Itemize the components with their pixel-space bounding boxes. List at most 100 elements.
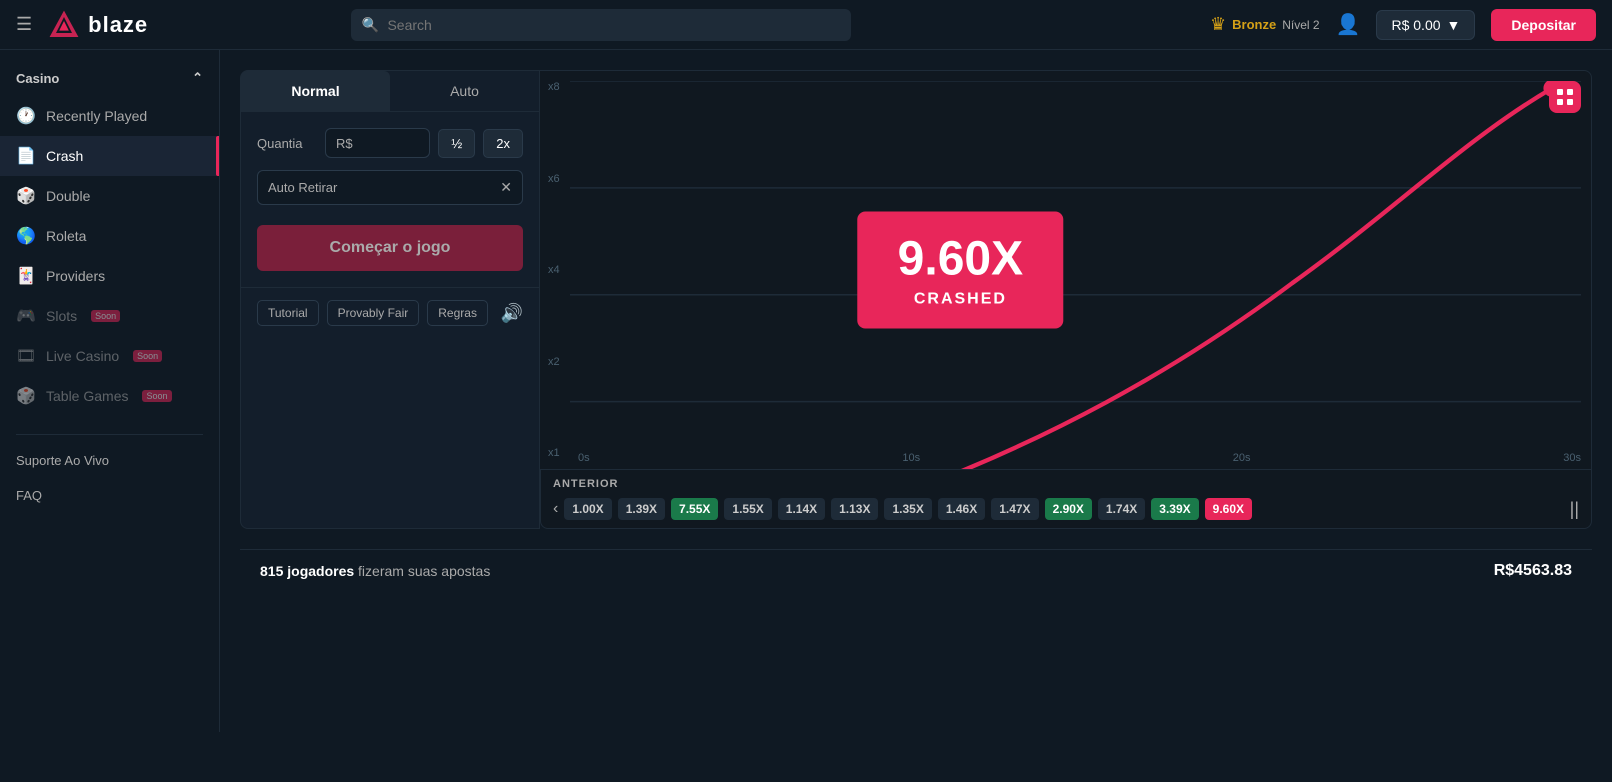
auto-retirar-label: Auto Retirar: [268, 180, 337, 195]
sidebar-item-suporte[interactable]: Suporte Ao Vivo: [0, 443, 219, 478]
balance-button[interactable]: R$ 0.00 ▼: [1376, 10, 1475, 40]
quantia-label: Quantia: [257, 136, 317, 151]
logo-icon: [48, 9, 80, 41]
amount-input[interactable]: [359, 135, 420, 151]
auto-retirar-close[interactable]: ✕: [500, 179, 512, 196]
prev-item-8: 1.47X: [991, 498, 1038, 520]
y-label-x1: x1: [548, 447, 560, 459]
prev-item-3: 1.55X: [724, 498, 771, 520]
sidebar-section-casino: Casino ⌃ 🕐 Recently Played 📄 Crash 🎲 Dou…: [0, 50, 219, 426]
dropdown-icon: ▼: [1447, 17, 1461, 33]
balance-value: R$ 0.00: [1391, 17, 1440, 33]
bet-footer: Tutorial Provably Fair Regras 🔊: [241, 287, 539, 338]
sound-button[interactable]: 🔊: [501, 303, 523, 324]
crash-display: 9.60X CRASHED: [858, 212, 1063, 329]
sidebar-item-slots[interactable]: 🎮 Slots Soon: [0, 296, 219, 336]
deposit-button[interactable]: Depositar: [1491, 9, 1596, 41]
recently-played-label: Recently Played: [46, 108, 147, 124]
header-right: ♛ Bronze Nível 2 👤 R$ 0.00 ▼ Depositar: [1210, 9, 1596, 41]
logo: blaze: [48, 9, 148, 41]
crash-label: Crash: [46, 148, 83, 164]
prev-arrow-left[interactable]: ‹: [553, 500, 558, 518]
sidebar-item-table-games[interactable]: 🎲 Table Games Soon: [0, 376, 219, 416]
y-label-x4: x4: [548, 264, 560, 276]
previous-section: ANTERIOR ‹ 1.00X 1.39X 7.55X 1.55X 1.14X…: [540, 470, 1592, 529]
x-label-20s: 20s: [1233, 452, 1251, 464]
slots-icon: 🎮: [16, 306, 36, 326]
bet-form: Quantia R$ ½ 2x Auto Retirar ✕ Começar o…: [241, 112, 539, 287]
prev-item-12: 9.60X: [1205, 498, 1252, 520]
double-label: Double: [46, 188, 90, 204]
bronze-label: Bronze: [1232, 17, 1276, 32]
header: ☰ blaze 🔍 ♛ Bronze Nível 2 👤 R$ 0.00 ▼ D…: [0, 0, 1612, 50]
grid-icon: [1556, 88, 1574, 106]
sidebar-item-live-casino[interactable]: 🎞 Live Casino Soon: [0, 336, 219, 376]
prev-item-7: 1.46X: [938, 498, 985, 520]
faq-label: FAQ: [16, 488, 42, 503]
y-axis-labels: x8 x6 x4 x2 x1: [548, 71, 560, 469]
sidebar-item-roleta[interactable]: 🌎 Roleta: [0, 216, 219, 256]
live-casino-soon-badge: Soon: [133, 350, 162, 362]
bottom-bar: 815 jogadores fizeram suas apostas R$456…: [240, 549, 1592, 592]
prev-item-5: 1.13X: [831, 498, 878, 520]
regras-button[interactable]: Regras: [427, 300, 488, 326]
previous-items: ‹ 1.00X 1.39X 7.55X 1.55X 1.14X 1.13X 1.…: [553, 498, 1579, 520]
recently-played-icon: 🕐: [16, 106, 36, 126]
sidebar-item-recently-played[interactable]: 🕐 Recently Played: [0, 96, 219, 136]
roleta-label: Roleta: [46, 228, 86, 244]
provably-fair-button[interactable]: Provably Fair: [327, 300, 420, 326]
prev-item-1: 1.39X: [618, 498, 665, 520]
live-casino-icon: 🎞: [16, 346, 36, 366]
chart-area: x8 x6 x4 x2 x1: [540, 70, 1592, 529]
chart-panel: x8 x6 x4 x2 x1: [540, 70, 1592, 470]
providers-icon: 🃏: [16, 266, 36, 286]
half-button[interactable]: ½: [438, 129, 475, 158]
nivel-label: Nível 2: [1282, 18, 1319, 32]
table-games-soon-badge: Soon: [142, 390, 171, 402]
game-area: Normal Auto Quantia R$ ½ 2x Auto Ret: [240, 70, 1592, 529]
quantia-row: Quantia R$ ½ 2x: [257, 128, 523, 158]
x-label-0s: 0s: [578, 452, 590, 464]
suporte-label: Suporte Ao Vivo: [16, 453, 109, 468]
sidebar-category-casino[interactable]: Casino ⌃: [0, 60, 219, 96]
x-label-30s: 30s: [1563, 452, 1581, 464]
tab-auto[interactable]: Auto: [390, 71, 539, 111]
prev-item-4: 1.14X: [778, 498, 825, 520]
auto-retirar-row: Auto Retirar ✕: [257, 170, 523, 205]
crash-icon: 📄: [16, 146, 36, 166]
sidebar-item-crash[interactable]: 📄 Crash: [0, 136, 219, 176]
sidebar-item-faq[interactable]: FAQ: [0, 478, 219, 513]
prev-item-6: 1.35X: [884, 498, 931, 520]
prev-item-9: 2.90X: [1045, 498, 1092, 520]
tutorial-button[interactable]: Tutorial: [257, 300, 319, 326]
logo-text: blaze: [88, 12, 148, 38]
main-content: Normal Auto Quantia R$ ½ 2x Auto Ret: [220, 50, 1612, 732]
double-button[interactable]: 2x: [483, 129, 523, 158]
sidebar-item-providers[interactable]: 🃏 Providers: [0, 256, 219, 296]
players-text: 815 jogadores fizeram suas apostas: [260, 563, 490, 579]
providers-label: Providers: [46, 268, 105, 284]
x-axis-labels: 0s 10s 20s 30s: [578, 452, 1581, 464]
y-label-x2: x2: [548, 356, 560, 368]
sidebar-divider: [16, 434, 203, 435]
chart-stats-icon[interactable]: ||: [1570, 499, 1579, 520]
x-label-10s: 10s: [902, 452, 920, 464]
bet-panel: Normal Auto Quantia R$ ½ 2x Auto Ret: [240, 70, 540, 529]
start-game-button[interactable]: Começar o jogo: [257, 225, 523, 271]
table-games-icon: 🎲: [16, 386, 36, 406]
hamburger-icon[interactable]: ☰: [16, 14, 32, 35]
user-icon[interactable]: 👤: [1336, 12, 1361, 37]
casino-label: Casino: [16, 71, 59, 86]
y-label-x8: x8: [548, 81, 560, 93]
chart-svg: [570, 81, 1581, 470]
prev-item-2: 7.55X: [671, 498, 718, 520]
prev-item-0: 1.00X: [564, 498, 611, 520]
total-amount: R$4563.83: [1494, 562, 1572, 580]
prev-item-11: 3.39X: [1151, 498, 1198, 520]
search-input[interactable]: [351, 9, 851, 41]
table-games-label: Table Games: [46, 388, 128, 404]
sidebar-item-double[interactable]: 🎲 Double: [0, 176, 219, 216]
tab-normal[interactable]: Normal: [241, 71, 390, 111]
slots-soon-badge: Soon: [91, 310, 120, 322]
previous-label: ANTERIOR: [553, 478, 1579, 490]
